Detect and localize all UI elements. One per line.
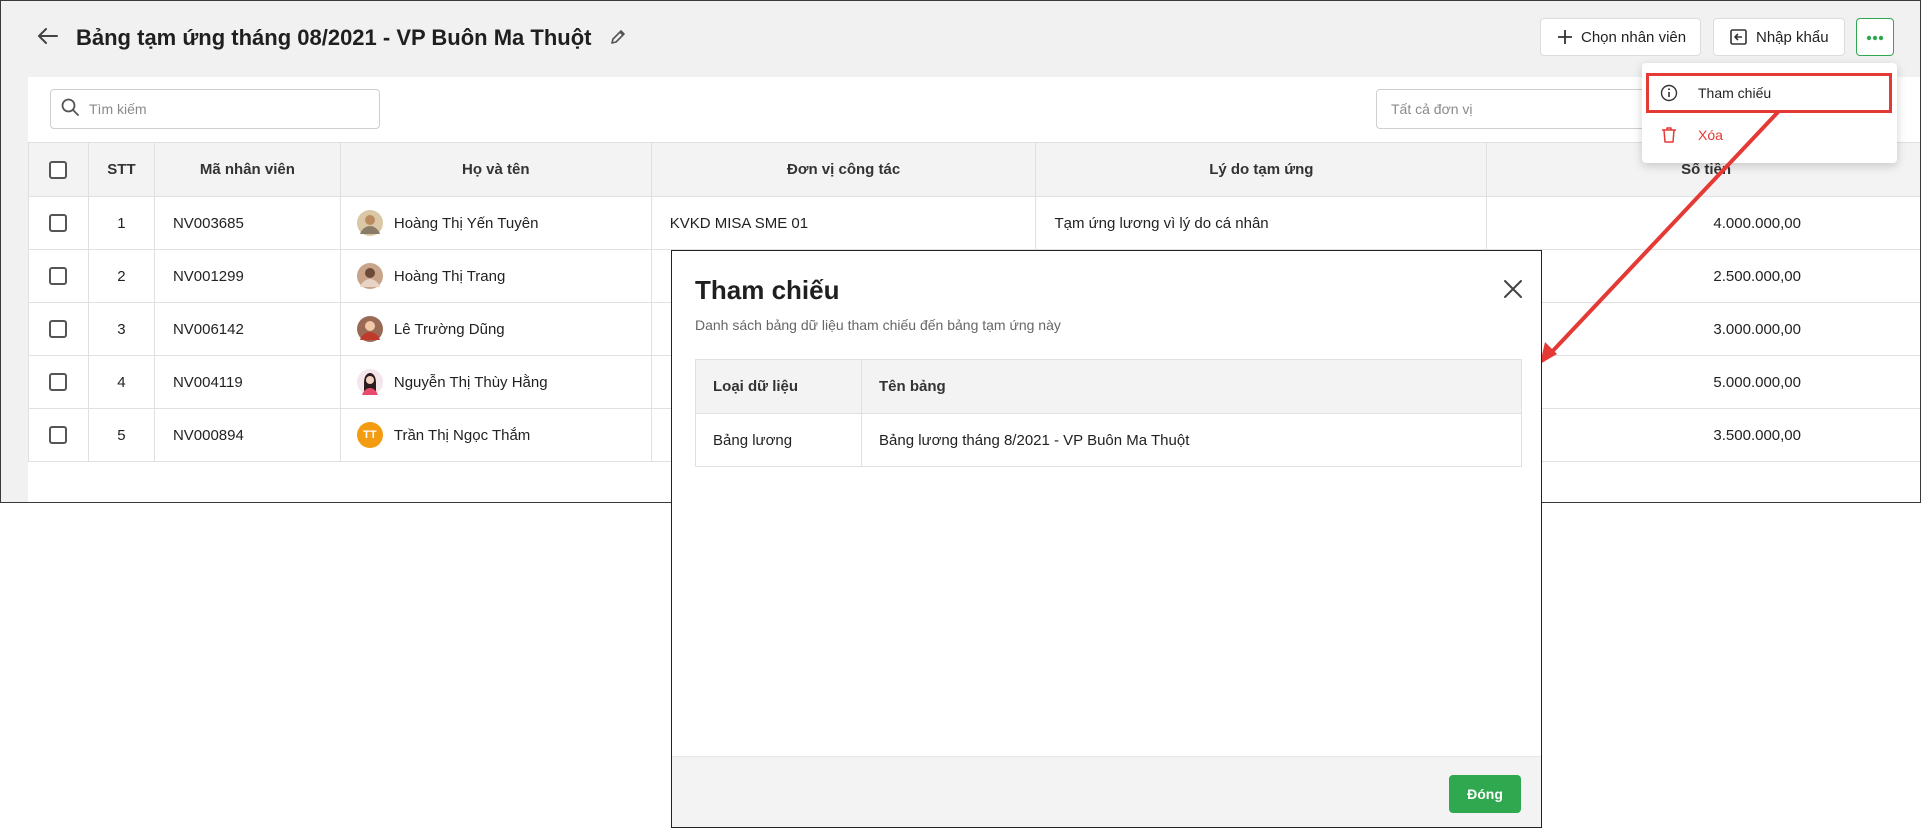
pencil-icon [609,28,627,51]
menu-item-delete[interactable]: Xóa [1642,116,1897,154]
row-code: NV003685 [153,196,341,250]
row-stt: 1 [87,196,155,250]
page-header: Bảng tạm ứng tháng 08/2021 - VP Buôn Ma … [1,1,1920,75]
row-stt: 5 [87,408,155,462]
col-header-code: Mã nhân viên [153,142,341,197]
row-stt: 3 [87,302,155,356]
import-icon [1730,29,1748,45]
dialog-subtitle: Danh sách bảng dữ liệu tham chiếu đến bả… [695,317,1061,333]
ref-col-name: Tên bảng [861,359,1522,414]
row-code: NV001299 [153,249,341,303]
row-code: NV000894 [153,408,341,462]
avatar-initials: TT [356,422,383,448]
trash-icon [1660,126,1680,144]
page-title: Bảng tạm ứng tháng 08/2021 - VP Buôn Ma … [76,25,592,50]
col-header-stt: STT [87,142,155,197]
reference-header-row: Loại dữ liệu Tên bảng [695,359,1522,414]
more-options-menu: Tham chiếu Xóa [1642,63,1897,163]
row-code: NV006142 [153,302,341,356]
back-button[interactable] [35,25,61,51]
row-stt: 2 [87,249,155,303]
row-checkbox[interactable] [49,214,68,233]
table-header-row: STT Mã nhân viên Họ và tên Đơn vị công t… [28,142,1920,197]
row-stt: 4 [87,355,155,409]
row-name: Nguyễn Thị Thùy Hằng [393,373,548,391]
col-header-name: Họ và tên [339,142,652,197]
row-name: Lê Trường Dũng [393,320,505,338]
avatar [356,369,383,395]
col-header-reason: Lý do tạm ứng [1035,142,1488,197]
more-options-button[interactable] [1856,18,1894,56]
ref-row-type: Bảng lương [695,413,862,467]
import-label: Nhập khẩu [1756,28,1829,46]
select-all-checkbox[interactable] [49,160,68,179]
ref-col-type: Loại dữ liệu [695,359,862,414]
row-name: Trần Thị Ngọc Thắm [393,426,531,444]
choose-employee-label: Chọn nhân viên [1581,28,1687,46]
row-amount: 3.500.000,00 [1486,408,1920,462]
unit-filter-select[interactable]: Tất cả đơn vị [1376,89,1676,129]
info-icon [1660,84,1680,102]
row-amount: 4.000.000,00 [1486,196,1920,250]
row-amount: 3.000.000,00 [1486,302,1920,356]
dialog-title: Tham chiếu [695,275,840,305]
close-icon [1503,279,1523,304]
plus-icon [1557,29,1573,45]
row-checkbox[interactable] [49,320,68,339]
select-all-cell [28,142,89,197]
menu-item-label: Xóa [1698,127,1723,143]
menu-item-reference[interactable]: Tham chiếu [1642,74,1897,112]
table-row[interactable]: 1 NV003685 Hoàng Thị Yến Tuyên KVKD MISA… [28,196,1920,250]
row-code: NV004119 [153,355,341,409]
reference-dialog: Tham chiếu Danh sách bảng dữ liệu tham c… [671,250,1542,828]
dialog-close-button[interactable] [1498,276,1528,306]
row-name: Hoàng Thị Trang [393,267,506,285]
search-icon [61,98,79,121]
arrow-left-icon [38,27,58,49]
col-header-unit: Đơn vị công tác [650,142,1037,197]
dialog-footer: Đóng [672,756,1541,827]
row-name: Hoàng Thị Yến Tuyên [393,214,539,232]
reference-table: Loại dữ liệu Tên bảng Bảng lương Bảng lư… [695,359,1522,467]
avatar [356,263,383,289]
row-checkbox[interactable] [49,267,68,286]
edit-title-button[interactable] [605,26,631,52]
row-checkbox[interactable] [49,373,68,392]
search-input[interactable] [89,101,349,117]
avatar [356,210,383,236]
import-button[interactable]: Nhập khẩu [1713,18,1845,56]
close-button[interactable]: Đóng [1449,775,1521,813]
choose-employee-button[interactable]: Chọn nhân viên [1540,18,1701,56]
row-unit: KVKD MISA SME 01 [650,196,1037,250]
row-amount: 2.500.000,00 [1486,249,1920,303]
row-amount: 5.000.000,00 [1486,355,1920,409]
search-box[interactable] [50,89,380,129]
avatar [356,316,383,342]
ref-row-name: Bảng lương tháng 8/2021 - VP Buôn Ma Thu… [861,413,1522,467]
more-dots-icon [1866,28,1884,46]
menu-item-label: Tham chiếu [1698,85,1772,101]
row-checkbox[interactable] [49,426,68,445]
table-row[interactable]: Bảng lương Bảng lương tháng 8/2021 - VP … [695,413,1522,467]
row-reason: Tạm ứng lương vì lý do cá nhân [1035,196,1488,250]
